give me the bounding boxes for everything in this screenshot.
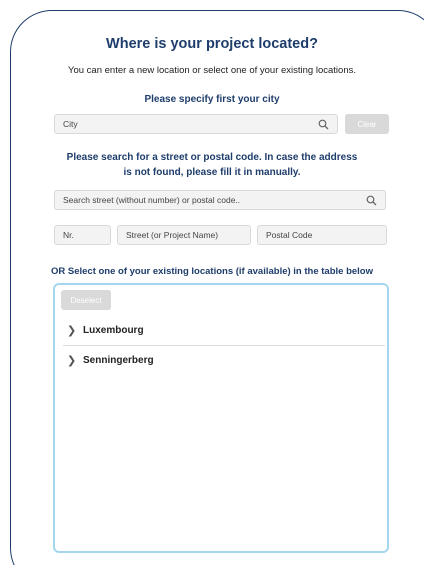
dialog-subtitle: You can enter a new location or select o… — [68, 65, 356, 76]
street-section-label-line1: Please search for a street or postal cod… — [66, 152, 358, 163]
search-icon[interactable] — [318, 119, 329, 130]
clear-button[interactable]: Clear — [345, 114, 389, 134]
street-name-field[interactable]: Street (or Project Name) — [117, 225, 251, 245]
dialog-title: Where is your project located? — [106, 36, 318, 52]
house-number-placeholder: Nr. — [63, 230, 74, 240]
deselect-button[interactable]: Deselect — [61, 290, 111, 310]
search-icon[interactable] — [366, 195, 377, 206]
chevron-right-icon[interactable]: ❯ — [67, 354, 83, 367]
location-row-luxembourg[interactable]: ❯ Luxembourg — [67, 318, 383, 342]
location-row-senningerberg[interactable]: ❯ Senningerberg — [67, 348, 383, 372]
house-number-field[interactable]: Nr. — [54, 225, 111, 245]
city-input[interactable]: City — [54, 114, 338, 134]
city-input-placeholder: City — [63, 119, 78, 129]
postal-code-placeholder: Postal Code — [266, 230, 313, 240]
street-section-label-line2: is not found, please fill it in manually… — [123, 167, 301, 178]
city-section-label: Please specify first your city — [144, 94, 280, 105]
street-search-placeholder: Search street (without number) or postal… — [63, 195, 241, 205]
row-divider — [63, 345, 385, 346]
locations-table: Deselect ❯ Luxembourg ❯ Senningerberg — [53, 283, 389, 553]
existing-locations-label: OR Select one of your existing locations… — [50, 266, 373, 277]
location-label: Senningerberg — [83, 354, 154, 366]
location-label: Luxembourg — [83, 324, 144, 336]
postal-code-field[interactable]: Postal Code — [257, 225, 387, 245]
chevron-right-icon[interactable]: ❯ — [67, 324, 83, 337]
street-search-input[interactable]: Search street (without number) or postal… — [54, 190, 386, 210]
street-name-placeholder: Street (or Project Name) — [126, 230, 219, 240]
